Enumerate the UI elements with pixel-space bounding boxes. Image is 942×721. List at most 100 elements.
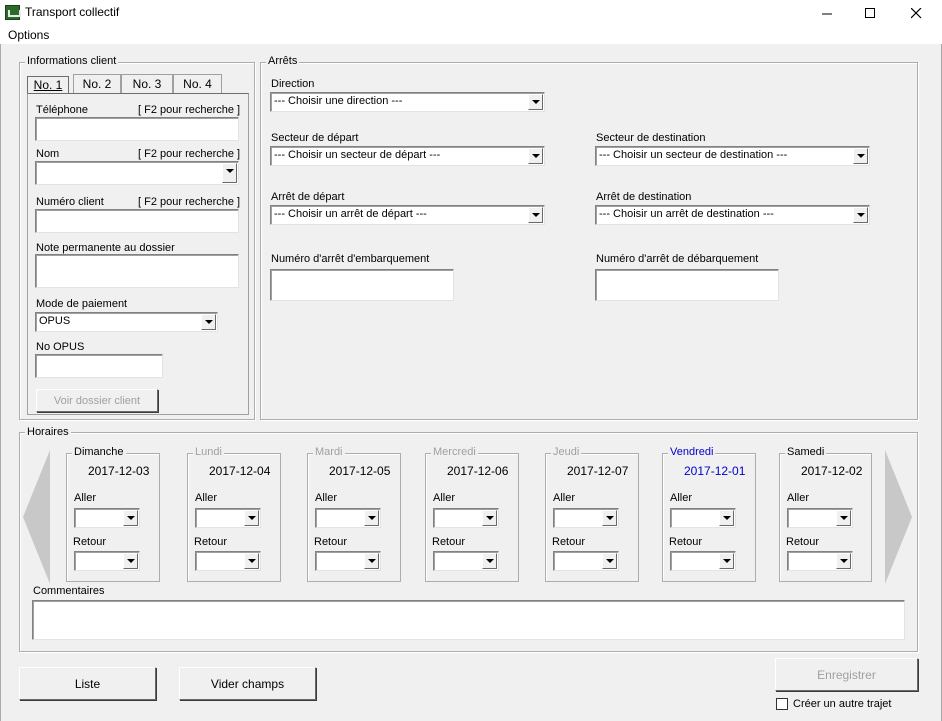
arret-destination-label: Arrêt de destination xyxy=(596,191,692,203)
chevron-down-icon[interactable] xyxy=(602,553,617,569)
arret-destination-value: --- Choisir un arrêt de destination --- xyxy=(599,208,774,220)
retour-select[interactable] xyxy=(553,551,619,571)
nom-label: Nom xyxy=(36,148,60,160)
telephone-f2-hint: [ F2 pour recherche ] xyxy=(138,104,241,116)
tab-no-1[interactable]: No. 1 xyxy=(27,76,69,93)
aller-label: Aller xyxy=(433,492,456,504)
chevron-down-icon[interactable] xyxy=(482,553,497,569)
arret-depart-select[interactable]: --- Choisir un arrêt de départ --- xyxy=(270,205,545,225)
mode-paiement-label: Mode de paiement xyxy=(36,298,128,310)
num-embarquement-label: Numéro d'arrêt d'embarquement xyxy=(271,253,430,265)
mode-paiement-select[interactable]: OPUS xyxy=(35,312,218,332)
chevron-down-icon[interactable] xyxy=(853,148,868,164)
chevron-down-icon[interactable] xyxy=(482,510,497,526)
chevron-down-icon[interactable] xyxy=(528,148,543,164)
nom-combo[interactable] xyxy=(35,161,239,185)
tab-no-3[interactable]: No. 3 xyxy=(121,74,173,93)
aller-label: Aller xyxy=(74,492,97,504)
direction-label: Direction xyxy=(271,78,315,90)
aller-select[interactable] xyxy=(553,508,619,528)
arrow-right-icon[interactable] xyxy=(885,450,913,584)
retour-label: Retour xyxy=(669,536,703,548)
vider-champs-button[interactable]: Vider champs xyxy=(179,667,316,700)
num-embarquement-field[interactable] xyxy=(270,269,454,301)
telephone-field[interactable] xyxy=(35,117,239,141)
day-name: Dimanche xyxy=(72,446,126,458)
num-debarquement-field[interactable] xyxy=(595,269,779,301)
direction-select[interactable]: --- Choisir une direction --- xyxy=(270,92,545,112)
chevron-down-icon[interactable] xyxy=(528,94,543,110)
chevron-down-icon[interactable] xyxy=(528,207,543,223)
voir-dossier-button[interactable]: Voir dossier client xyxy=(36,389,158,412)
client-info-group-label: Informations client xyxy=(25,55,119,67)
chevron-down-icon[interactable] xyxy=(853,207,868,223)
chevron-down-icon[interactable] xyxy=(244,510,259,526)
secteur-destination-value: --- Choisir un secteur de destination --… xyxy=(599,149,788,161)
day-date: 2017-12-04 xyxy=(209,464,271,478)
secteur-destination-select[interactable]: --- Choisir un secteur de destination --… xyxy=(595,146,870,166)
enregistrer-button[interactable]: Enregistrer xyxy=(775,658,918,691)
aller-select[interactable] xyxy=(74,508,140,528)
chevron-down-icon[interactable] xyxy=(364,553,379,569)
maximize-icon xyxy=(864,7,875,18)
day-date: 2017-12-01 xyxy=(684,464,746,478)
no-opus-label: No OPUS xyxy=(36,341,85,353)
window-title: Transport collectif xyxy=(25,5,120,19)
secteur-depart-value: --- Choisir un secteur de départ --- xyxy=(274,149,441,161)
numero-client-field[interactable] xyxy=(35,209,239,233)
secteur-depart-select[interactable]: --- Choisir un secteur de départ --- xyxy=(270,146,545,166)
retour-select[interactable] xyxy=(670,551,736,571)
chevron-down-icon[interactable] xyxy=(364,510,379,526)
aller-select[interactable] xyxy=(433,508,499,528)
note-field[interactable] xyxy=(35,254,239,288)
minimize-button[interactable] xyxy=(804,0,850,26)
arret-destination-select[interactable]: --- Choisir un arrêt de destination --- xyxy=(595,205,870,225)
liste-button[interactable]: Liste xyxy=(19,667,156,700)
commentaires-label: Commentaires xyxy=(33,585,105,597)
chevron-down-icon[interactable] xyxy=(123,553,138,569)
aller-select[interactable] xyxy=(787,508,853,528)
arrow-left-icon[interactable] xyxy=(23,450,51,584)
retour-select[interactable] xyxy=(787,551,853,571)
chevron-down-icon[interactable] xyxy=(836,510,851,526)
aller-select[interactable] xyxy=(670,508,736,528)
aller-label: Aller xyxy=(195,492,218,504)
chevron-down-icon[interactable] xyxy=(201,314,216,330)
retour-select[interactable] xyxy=(74,551,140,571)
retour-label: Retour xyxy=(432,536,466,548)
chevron-down-icon[interactable] xyxy=(602,510,617,526)
no-opus-field[interactable] xyxy=(35,354,163,378)
aller-select[interactable] xyxy=(315,508,381,528)
autre-trajet-checkbox[interactable] xyxy=(776,698,788,710)
app-icon xyxy=(5,5,21,20)
menu-options[interactable]: Options xyxy=(8,28,49,42)
chevron-down-icon[interactable] xyxy=(222,163,237,183)
retour-select[interactable] xyxy=(195,551,261,571)
tab-no-4[interactable]: No. 4 xyxy=(173,74,222,93)
commentaires-field[interactable] xyxy=(32,600,905,640)
chevron-down-icon[interactable] xyxy=(719,553,734,569)
menu-bar xyxy=(0,26,942,44)
arret-depart-value: --- Choisir un arrêt de départ --- xyxy=(274,208,427,220)
day-date: 2017-12-05 xyxy=(329,464,391,478)
aller-label: Aller xyxy=(315,492,338,504)
retour-select[interactable] xyxy=(433,551,499,571)
tab-no-2[interactable]: No. 2 xyxy=(73,74,121,93)
chevron-down-icon[interactable] xyxy=(719,510,734,526)
retour-label: Retour xyxy=(786,536,820,548)
autre-trajet-label: Créer un autre trajet xyxy=(793,698,892,710)
chevron-down-icon[interactable] xyxy=(836,553,851,569)
num-debarquement-label: Numéro d'arrêt de débarquement xyxy=(596,253,759,265)
retour-label: Retour xyxy=(73,536,107,548)
aller-select[interactable] xyxy=(195,508,261,528)
close-button[interactable] xyxy=(893,0,939,26)
retour-select[interactable] xyxy=(315,551,381,571)
day-name: Vendredi xyxy=(668,446,716,458)
maximize-button[interactable] xyxy=(847,0,893,26)
numero-client-f2-hint: [ F2 pour recherche ] xyxy=(138,196,241,208)
chevron-down-icon[interactable] xyxy=(123,510,138,526)
aller-label: Aller xyxy=(553,492,576,504)
day-name: Mercredi xyxy=(431,446,478,458)
close-icon xyxy=(910,7,921,18)
chevron-down-icon[interactable] xyxy=(244,553,259,569)
